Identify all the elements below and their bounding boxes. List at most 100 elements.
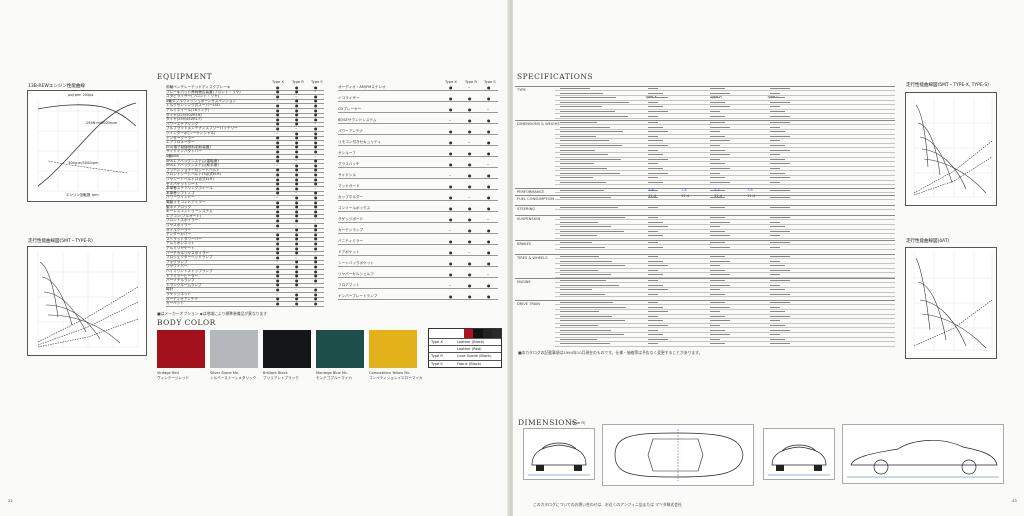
- spec-row-rule: [555, 152, 895, 153]
- spec-value-line: [648, 256, 658, 257]
- spec-row-rule: [555, 287, 895, 288]
- row-rule: [338, 211, 498, 212]
- equipment-mark: ●: [487, 293, 491, 299]
- row-rule: [166, 301, 324, 302]
- spec-value-line: [770, 320, 780, 322]
- car-side-svg: [847, 440, 999, 478]
- spec-value-line: [710, 334, 730, 336]
- color-name: Competition Yellow Mc. コンペティションイエローマイカ: [369, 371, 424, 380]
- spec-value-line: [770, 111, 785, 112]
- row-rule: [338, 123, 498, 124]
- power-label: ps/rpm: 255ps: [68, 93, 94, 97]
- equipment-mark: ●: [468, 172, 472, 178]
- equipment-mark: –: [487, 216, 489, 222]
- spec-value-line: [770, 168, 780, 169]
- row-rule: [338, 222, 498, 223]
- spec-row-rule: [555, 327, 895, 328]
- spec-value-line: [648, 207, 658, 208]
- spec-value-line: [710, 172, 720, 174]
- spec-value-line: [648, 149, 658, 151]
- spec-row-rule: [555, 179, 895, 181]
- spec-value-line: [648, 302, 658, 303]
- spec-text-line: [560, 190, 604, 191]
- spec-row-rule: [555, 233, 895, 234]
- spec-value-line: [648, 177, 658, 179]
- spec-value-line: [770, 88, 790, 89]
- car-side-view: [842, 424, 1004, 484]
- right-graph-1-title: 走行性能曲線図(5MT・TYPE-X, TYPE-S): [906, 83, 989, 88]
- spec-row-rule: [555, 113, 895, 114]
- spec-value-line: [770, 280, 790, 281]
- spec-value-line: [710, 126, 730, 128]
- dimensions-title: DIMENSIONS: [518, 418, 578, 427]
- spec-value-line: [648, 115, 658, 117]
- spec-row-rule: [555, 282, 895, 283]
- spec-text-line: [560, 343, 610, 345]
- fuel-value-2: 11.4: [681, 194, 690, 198]
- equipment-mark: ●: [487, 150, 491, 156]
- spec-value-line: [710, 145, 720, 146]
- spec-text-line: [560, 149, 595, 151]
- row-rule: [338, 299, 498, 300]
- spec-text-line: [560, 181, 606, 183]
- spec-value-line: [710, 140, 730, 142]
- spec-value-line: [710, 135, 725, 137]
- spec-value-line: [710, 235, 730, 237]
- spec-value-line: [648, 325, 668, 326]
- spec-value-line: [710, 280, 725, 281]
- row-rule: [338, 244, 498, 245]
- spec-value-line: [770, 338, 785, 340]
- spec-row-rule: [555, 341, 895, 342]
- spec-value-line: [770, 293, 790, 295]
- spec-value-line: [710, 306, 730, 308]
- spec-value-line: [770, 315, 790, 317]
- equipment-mark: ●: [449, 271, 453, 277]
- spec-row-rule: [555, 209, 895, 210]
- spec-row-rule: [555, 228, 895, 230]
- spec-section-label: TYPE: [517, 88, 526, 92]
- equipment-mark: ●: [487, 194, 491, 200]
- spec-value-line: [648, 338, 668, 340]
- trim-row: Type S Fabric (Black): [429, 359, 501, 368]
- spec-row-rule: [555, 170, 895, 171]
- spec-value-line: [770, 217, 790, 218]
- row-rule: [338, 101, 498, 102]
- car-rear-view: [763, 428, 835, 480]
- spec-row-rule: [555, 313, 895, 315]
- color-name-jp: ヴィンテージレッド: [157, 375, 190, 380]
- torque-label: 294N·m/5000rpm: [86, 121, 117, 125]
- equipment-mark: ●: [468, 227, 472, 233]
- spec-section-label: PERFORMANCE: [517, 190, 545, 194]
- spec-section-label: FUEL CONSUMPTION: [517, 197, 555, 201]
- spec-text-line: [560, 311, 599, 313]
- color-swatch: [369, 330, 417, 368]
- spec-value-line: [648, 334, 663, 336]
- spec-value-line: [648, 122, 658, 123]
- spec-section-label: TIRES & WHEELS: [517, 256, 548, 260]
- row-rule: [338, 255, 498, 256]
- spec-value-line: [648, 320, 663, 322]
- spec-row-rule: [555, 99, 895, 101]
- equipment-mark: ●: [487, 183, 491, 189]
- spec-value-line: [710, 111, 720, 112]
- right-graph-2-svg: [913, 253, 993, 351]
- spec-row-rule: [555, 118, 895, 119]
- spec-value-line: [710, 230, 725, 232]
- spec-value-line: [710, 97, 720, 99]
- spec-row-rule: [555, 175, 895, 176]
- spec-value-line: [710, 269, 725, 271]
- spec-row-rule: [555, 272, 895, 273]
- spec-value-line: [648, 88, 658, 89]
- spec-value-line: [648, 168, 663, 169]
- equipment-mark: ●: [468, 150, 472, 156]
- equipment-mark: ●: [276, 300, 280, 306]
- spec-value-line: [770, 154, 780, 156]
- spec-value-line: [710, 274, 730, 276]
- spec-value-line: [770, 135, 790, 137]
- spec-value-line: [710, 149, 725, 151]
- equipment-mark: ●: [468, 216, 472, 222]
- spec-value-line: [710, 181, 730, 183]
- bottom-note: このカタログについてのお問い合わせは、お近くのアンフィニ店または マツダ株式会社: [533, 502, 682, 507]
- equipment-mark: ●: [449, 249, 453, 255]
- spec-row-rule: [555, 263, 895, 264]
